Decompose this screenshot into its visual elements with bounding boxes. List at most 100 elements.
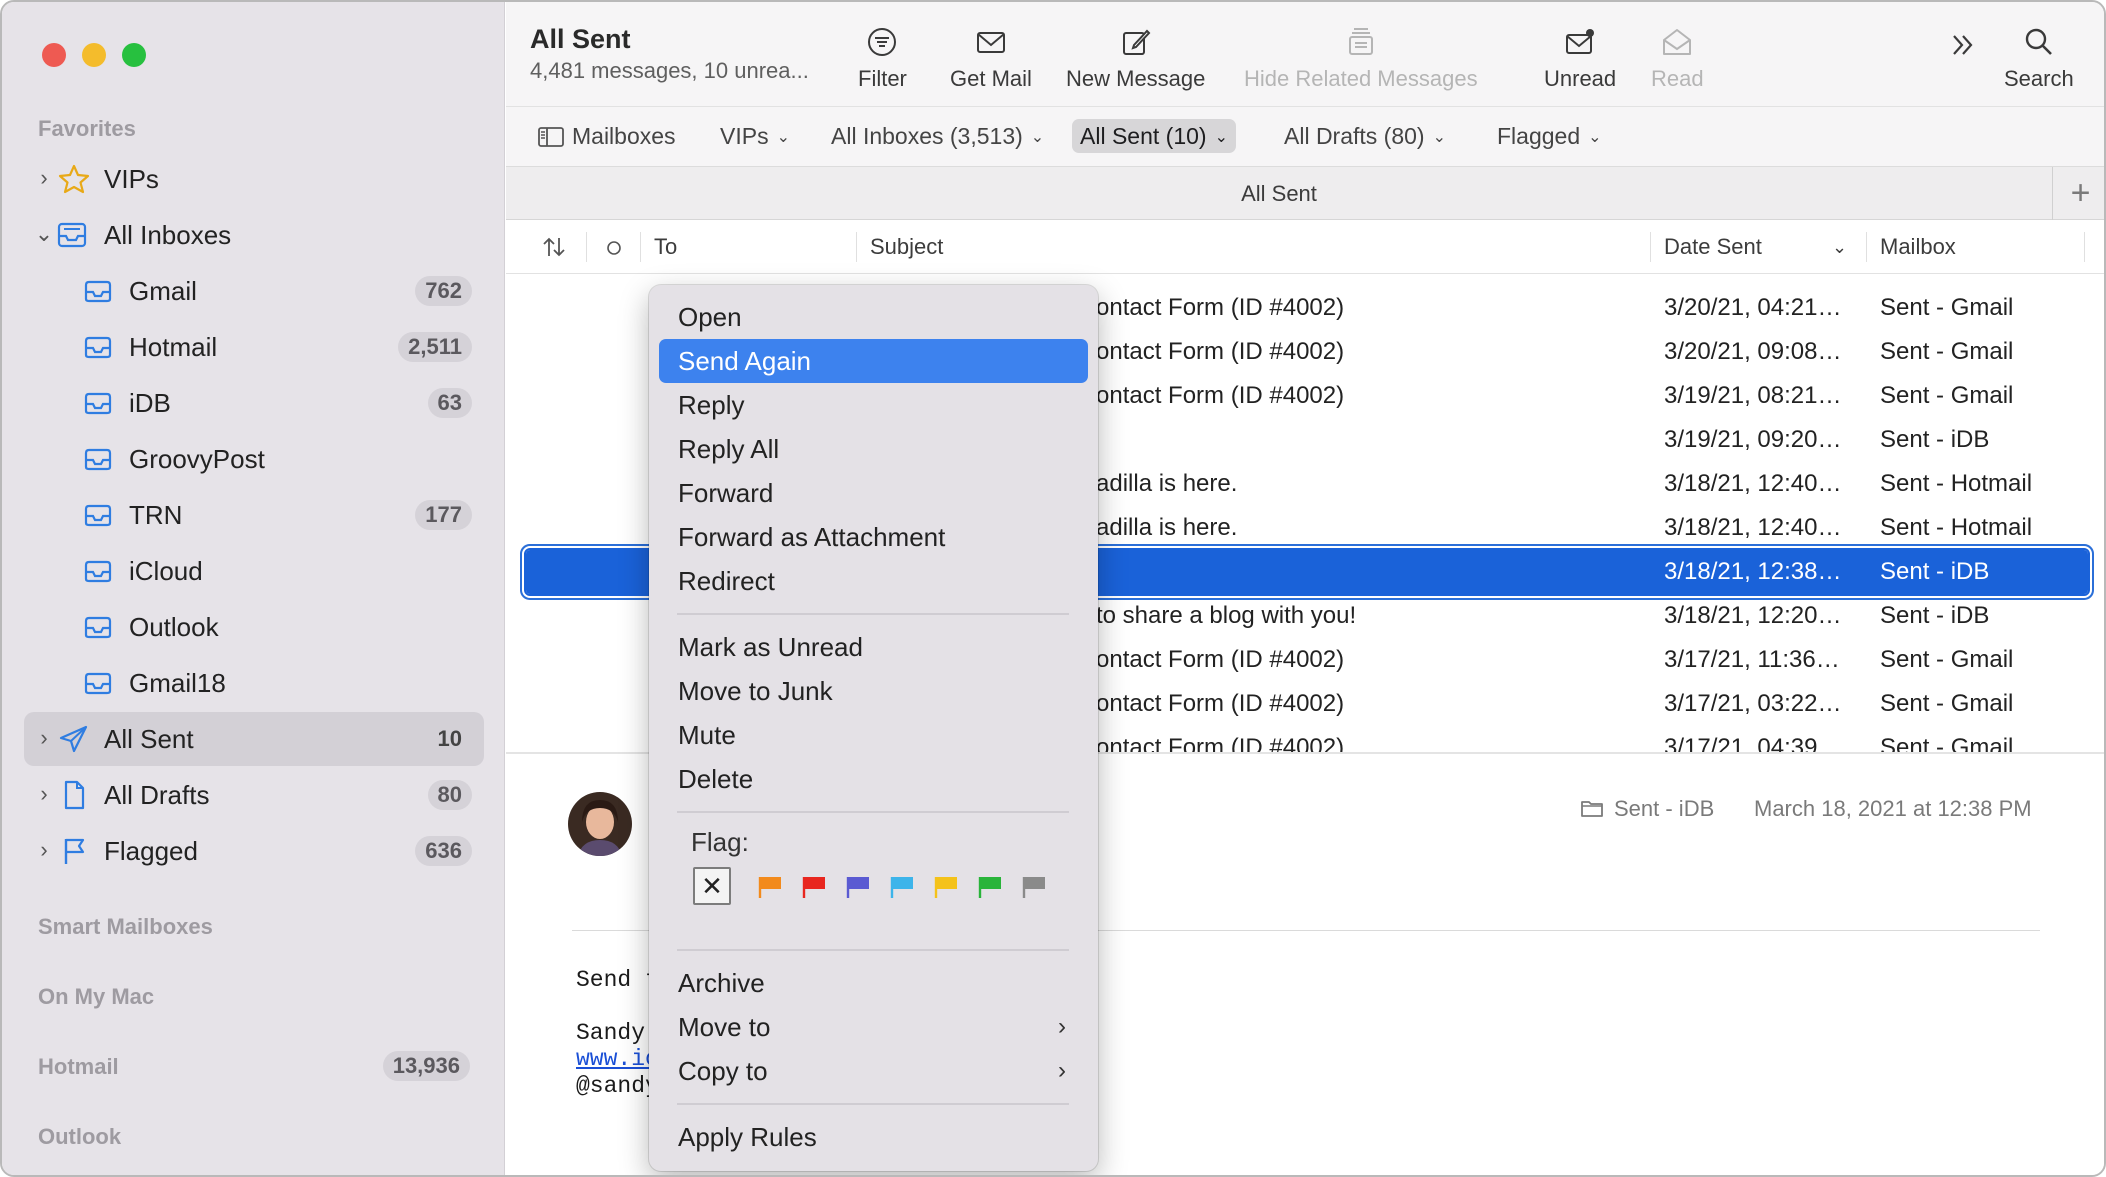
chevron-right-icon[interactable]: › <box>34 781 54 807</box>
menu-item-reply-all[interactable]: Reply All <box>659 427 1088 471</box>
menu-item-archive[interactable]: Archive <box>659 961 1088 1005</box>
preview-body-link[interactable]: www.ic <box>576 1046 659 1072</box>
read-button[interactable]: Read <box>1651 26 1704 92</box>
column-mailbox[interactable]: Mailbox <box>1880 220 1956 274</box>
chevron-right-icon[interactable]: › <box>34 837 54 863</box>
flag-blue-icon[interactable] <box>889 875 915 899</box>
zoom-window-button[interactable] <box>122 43 146 67</box>
menu-item-mute[interactable]: Mute <box>659 713 1088 757</box>
favorite-label: Flagged <box>1497 123 1581 149</box>
menu-item-forward-as-attachment[interactable]: Forward as Attachment <box>659 515 1088 559</box>
document-icon <box>64 780 85 810</box>
menu-item-move-to[interactable]: Move to › <box>659 1005 1088 1049</box>
menu-item-apply-rules[interactable]: Apply Rules <box>659 1115 1088 1159</box>
tab-all-sent[interactable]: All Sent <box>506 167 2052 221</box>
mailboxes-label: Mailboxes <box>572 123 676 149</box>
flag-green-icon[interactable] <box>977 875 1003 899</box>
message-mailbox: Sent - Gmail <box>1880 338 2014 365</box>
get-mail-button[interactable]: Get Mail <box>950 26 1032 92</box>
inbox-tray-icon <box>84 336 112 359</box>
column-subject[interactable]: Subject <box>870 220 943 274</box>
unread-button[interactable]: Unread <box>1544 26 1616 92</box>
menu-item-copy-to[interactable]: Copy to › <box>659 1049 1088 1093</box>
sidebar-item-trn[interactable]: TRN 177 <box>24 488 484 542</box>
column-date-sent[interactable]: Date Sent <box>1664 220 1762 274</box>
message-date: 3/18/21, 12:20… <box>1664 602 1842 629</box>
sidebar-item-groovypost[interactable]: GroovyPost <box>24 432 484 486</box>
inbox-tray-icon <box>84 448 112 471</box>
menu-item-redirect[interactable]: Redirect <box>659 559 1088 603</box>
filter-button[interactable]: Filter <box>858 26 907 92</box>
menu-item-mark-as-unread[interactable]: Mark as Unread <box>659 625 1088 669</box>
sidebar-item-flagged[interactable]: › Flagged 636 <box>24 824 484 878</box>
unread-count-badge: 762 <box>415 276 472 306</box>
on-my-mac-header[interactable]: On My Mac <box>38 984 154 1010</box>
favorite-all-drafts[interactable]: All Drafts (80) ⌄ <box>1276 119 1454 153</box>
sidebar-item-gmail18[interactable]: Gmail18 <box>24 656 484 710</box>
sort-order-icon[interactable] <box>542 236 566 258</box>
sidebar-item-vips[interactable]: › VIPs <box>24 152 484 206</box>
favorite-all-sent[interactable]: All Sent (10) ⌄ <box>1072 119 1236 153</box>
sender-avatar <box>568 792 632 856</box>
search-button[interactable]: Search <box>2004 26 2074 92</box>
favorite-vips[interactable]: VIPs ⌄ <box>712 119 798 153</box>
new-message-button[interactable]: New Message <box>1066 26 1205 92</box>
outlook-account-header[interactable]: Outlook <box>38 1124 121 1150</box>
clear-flag-button[interactable]: ✕ <box>693 867 731 905</box>
chevron-right-icon[interactable]: › <box>34 165 54 191</box>
message-date: 3/17/21, 11:36… <box>1664 646 1840 673</box>
inbox-tray-icon <box>84 504 112 527</box>
column-to[interactable]: To <box>654 220 677 274</box>
preview-mailbox[interactable]: Sent - iDB <box>1614 796 1714 822</box>
close-window-button[interactable] <box>42 43 66 67</box>
chevron-down-icon: ⌄ <box>1588 129 1602 146</box>
toolbar-overflow-chevrons-icon[interactable] <box>1948 30 1978 60</box>
sidebar-item-label: Gmail <box>129 276 197 306</box>
preview-body-line: @sandy <box>576 1073 659 1099</box>
sidebar-item-label: All Drafts <box>104 780 210 810</box>
context-menu: Open Send Again Reply Reply All Forward … <box>649 285 1098 1171</box>
menu-item-forward[interactable]: Forward <box>659 471 1088 515</box>
favorites-header[interactable]: Favorites <box>38 116 136 142</box>
sidebar-item-label: Outlook <box>129 612 219 642</box>
envelope-open-icon <box>1663 29 1692 55</box>
menu-item-delete[interactable]: Delete <box>659 757 1088 801</box>
menu-separator <box>677 949 1069 951</box>
hide-related-messages-button[interactable]: Hide Related Messages <box>1244 26 1478 92</box>
unread-status-column-icon[interactable] <box>606 240 622 256</box>
flag-red-icon[interactable] <box>801 875 827 899</box>
menu-item-open[interactable]: Open <box>659 295 1088 339</box>
smart-mailboxes-header[interactable]: Smart Mailboxes <box>38 914 213 940</box>
minimize-window-button[interactable] <box>82 43 106 67</box>
sidebar-item-idb[interactable]: iDB 63 <box>24 376 484 430</box>
favorite-all-inboxes[interactable]: All Inboxes (3,513) ⌄ <box>823 119 1052 153</box>
sidebar-item-icloud[interactable]: iCloud <box>24 544 484 598</box>
message-date: 3/17/21, 04:39… <box>1664 734 1842 752</box>
sidebar-item-all-drafts[interactable]: › All Drafts 80 <box>24 768 484 822</box>
flag-purple-icon[interactable] <box>845 875 871 899</box>
flag-gray-icon[interactable] <box>1021 875 1047 899</box>
sidebar-item-all-sent[interactable]: › All Sent 10 <box>24 712 484 766</box>
toolbar: All Sent 4,481 messages, 10 unrea... Fil… <box>506 2 2104 106</box>
sidebar-item-all-inboxes[interactable]: ⌄ All Inboxes <box>24 208 484 262</box>
message-date: 3/20/21, 09:08… <box>1664 338 1842 365</box>
favorite-flagged[interactable]: Flagged ⌄ <box>1489 119 1610 153</box>
flag-orange-icon[interactable] <box>757 875 783 899</box>
sidebar-item-hotmail[interactable]: Hotmail 2,511 <box>24 320 484 374</box>
menu-item-send-again[interactable]: Send Again <box>659 339 1088 383</box>
menu-separator <box>677 613 1069 615</box>
menu-item-move-to-junk[interactable]: Move to Junk <box>659 669 1088 713</box>
chevron-down-icon: ⌄ <box>1030 129 1045 146</box>
chevron-right-icon[interactable]: › <box>34 725 54 751</box>
sidebar-item-gmail[interactable]: Gmail 762 <box>24 264 484 318</box>
menu-item-reply[interactable]: Reply <box>659 383 1088 427</box>
sidebar-item-outlook[interactable]: Outlook <box>24 600 484 654</box>
chevron-down-icon[interactable]: ⌄ <box>1832 220 1847 274</box>
sidebar-item-label: Flagged <box>104 836 198 866</box>
sidebar-item-label: iCloud <box>129 556 203 586</box>
chevron-down-icon[interactable]: ⌄ <box>34 221 54 247</box>
flag-yellow-icon[interactable] <box>933 875 959 899</box>
hotmail-account-header[interactable]: Hotmail <box>38 1054 119 1080</box>
new-tab-button[interactable]: + <box>2052 167 2104 221</box>
mailboxes-toggle-button[interactable]: Mailboxes <box>530 119 684 153</box>
